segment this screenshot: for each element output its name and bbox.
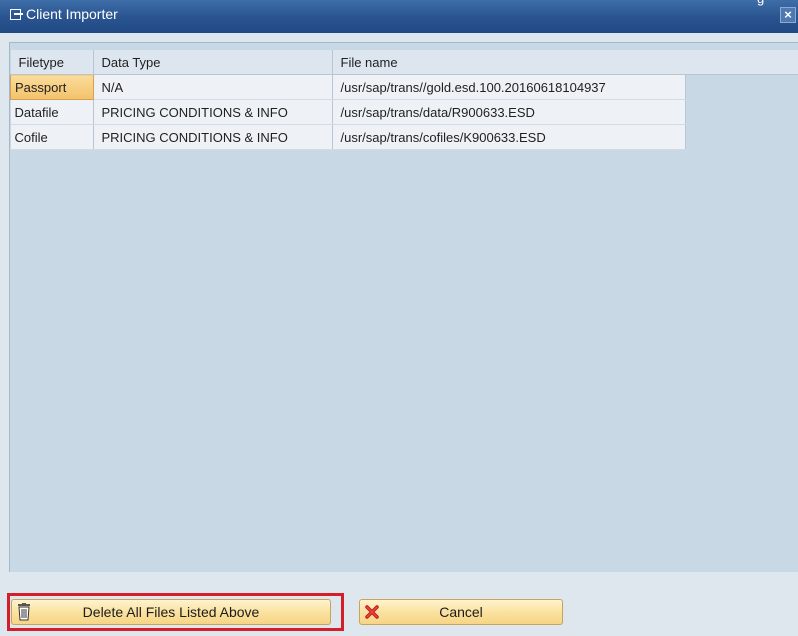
- cell-file-name[interactable]: /usr/sap/trans/cofiles/K900633.ESD: [332, 124, 686, 150]
- cell-file-name[interactable]: /usr/sap/trans/data/R900633.ESD: [332, 99, 686, 125]
- cancel-button[interactable]: Cancel: [359, 599, 563, 625]
- column-header-data-type[interactable]: Data Type: [93, 50, 333, 75]
- title-bar-overflow-text: g: [757, 0, 764, 6]
- window-title: Client Importer: [26, 6, 118, 22]
- cell-data-type[interactable]: PRICING CONDITIONS & INFO: [93, 99, 333, 125]
- table-row[interactable]: Passport N/A /usr/sap/trans//gold.esd.10…: [10, 74, 686, 100]
- delete-button-label: Delete All Files Listed Above: [82, 604, 260, 620]
- cell-data-type[interactable]: PRICING CONDITIONS & INFO: [93, 124, 333, 150]
- cancel-button-label: Cancel: [439, 604, 483, 620]
- files-table: Filetype Data Type File name Passport N/…: [10, 50, 686, 150]
- red-x-icon: [365, 605, 379, 619]
- cell-file-name[interactable]: /usr/sap/trans//gold.esd.100.20160618104…: [332, 74, 686, 100]
- close-button[interactable]: ×: [780, 7, 796, 23]
- file-list-panel: Filetype Data Type File name Passport N/…: [9, 42, 798, 573]
- cell-filetype[interactable]: Passport: [10, 74, 94, 100]
- title-bar: Client Importer g ×: [0, 0, 798, 33]
- cell-filetype[interactable]: Cofile: [10, 124, 94, 150]
- table-row[interactable]: Cofile PRICING CONDITIONS & INFO /usr/sa…: [10, 124, 686, 150]
- cell-filetype[interactable]: Datafile: [10, 99, 94, 125]
- table-header-row: Filetype Data Type File name: [10, 50, 686, 75]
- delete-all-files-button[interactable]: Delete All Files Listed Above: [11, 599, 331, 625]
- trash-icon: [18, 603, 30, 621]
- window-icon: [10, 9, 23, 20]
- table-header-filler: [682, 50, 798, 75]
- cell-data-type[interactable]: N/A: [93, 74, 333, 100]
- column-header-filetype[interactable]: Filetype: [10, 50, 94, 75]
- table-row[interactable]: Datafile PRICING CONDITIONS & INFO /usr/…: [10, 99, 686, 125]
- column-header-file-name[interactable]: File name: [332, 50, 686, 75]
